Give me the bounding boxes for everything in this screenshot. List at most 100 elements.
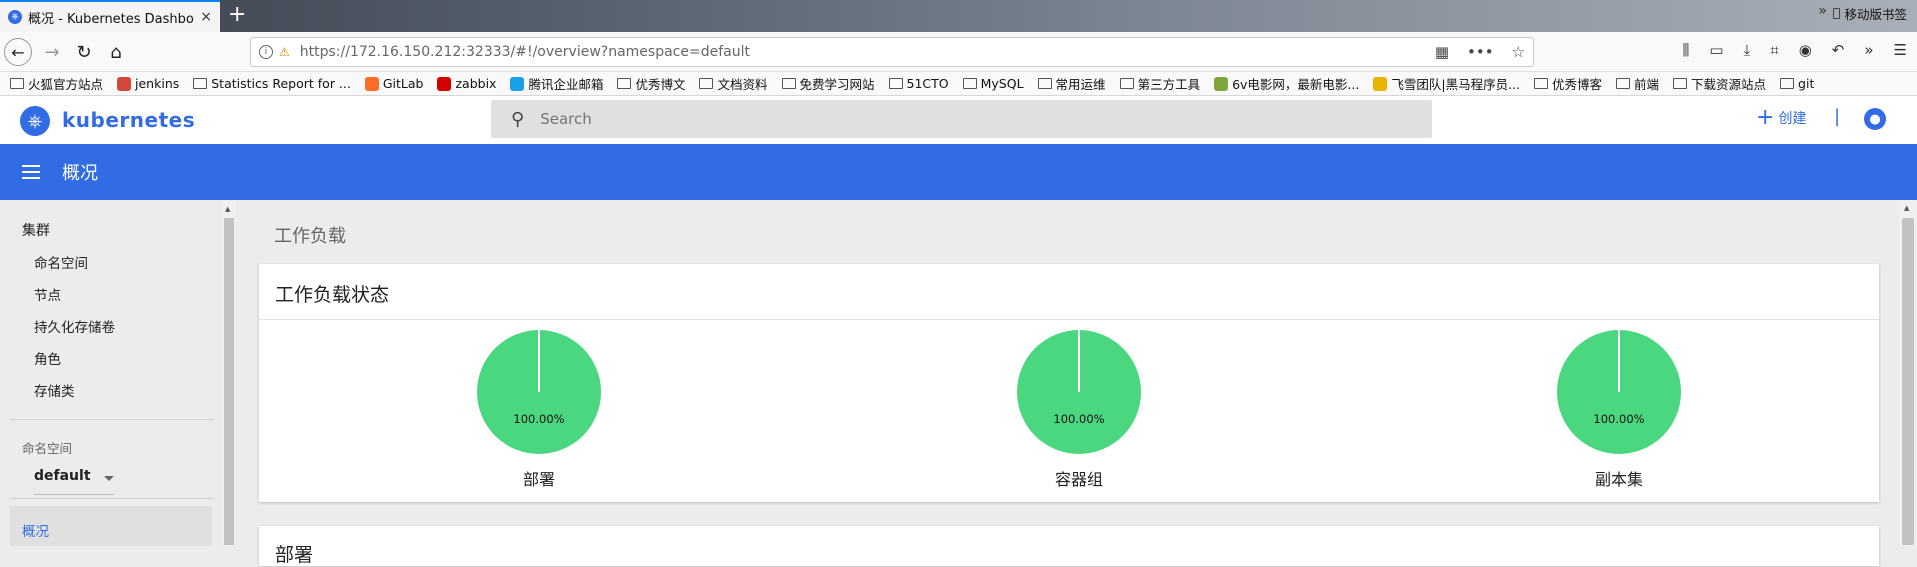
bookmark-item[interactable]: 优秀博文 [617,74,685,93]
folder-icon [699,78,714,89]
bookmark-item[interactable]: 飞雪团队|黑马程序员... [1373,74,1520,93]
pie-pods[interactable]: 100.00% 容器组 [989,326,1169,496]
bookmark-item[interactable]: 优秀博客 [1534,74,1602,93]
folder-icon [10,78,24,89]
search-box[interactable]: ⚲ [491,100,1432,138]
bookmark-item[interactable]: MySQL [962,76,1024,91]
page-toolbar: 概况 [0,144,1917,200]
tab-close-icon[interactable]: × [200,9,212,25]
screenshot-icon[interactable]: ⌗ [1770,41,1778,59]
mobile-bookmarks[interactable]: 移动版书签 [1833,4,1907,23]
bookmark-item[interactable]: 免费学习网站 [781,74,875,93]
sidebar-item-namespaces[interactable]: 命名空间 [34,252,88,272]
sidebar-divider [10,419,214,420]
bookmark-label: 常用运维 [1055,77,1106,92]
sidebar-item-roles[interactable]: 角色 [34,348,61,368]
bookmark-item[interactable]: 第三方工具 [1119,74,1200,93]
bookmarks-overflow-icon[interactable]: » [1818,3,1827,19]
bookmark-item[interactable]: 下载资源站点 [1673,74,1766,93]
sidebar-item-nodes[interactable]: 节点 [34,284,61,304]
kubernetes-logo-icon[interactable]: ⎈ [20,106,50,136]
back-icon[interactable]: ← [4,38,32,66]
account-icon[interactable]: ● [1864,108,1886,130]
qr-code-icon[interactable]: ▦ [1435,43,1449,61]
folder-icon [1673,78,1688,89]
page-title: 概况 [62,163,98,184]
brand-name[interactable]: kubernetes [62,108,195,132]
insecure-lock-icon[interactable]: ⚠ [279,45,290,59]
home-icon[interactable]: ⌂ [104,40,128,64]
site-info-icon[interactable]: i [259,45,273,59]
bookmark-item[interactable]: 火狐官方站点 [10,74,103,93]
sidebar-scrollbar-thumb[interactable] [224,218,234,545]
main-scrollbar-thumb[interactable] [1902,218,1914,545]
mobile-bookmarks-label: 移动版书签 [1844,7,1907,22]
plus-icon: + [1756,105,1775,130]
pie-label[interactable]: 容器组 [989,466,1169,490]
undo-icon[interactable]: ↶ [1832,41,1845,59]
bookmark-item[interactable]: Statistics Report for ... [193,76,351,91]
bookmark-item[interactable]: 前端 [1616,74,1659,93]
main-scrollbar[interactable]: ▲ [1899,200,1917,545]
search-input[interactable] [540,110,1141,128]
mail-icon [510,76,525,91]
overflow-icon[interactable]: » [1864,41,1873,59]
library-icon[interactable]: ⫼ [1683,41,1690,59]
download-icon[interactable]: ⤓ [1744,41,1751,59]
pie-label[interactable]: 部署 [449,466,629,490]
bookmark-item[interactable]: 常用运维 [1037,74,1106,93]
bookmark-item[interactable]: zabbix [437,76,496,91]
bookmark-label: 文档资料 [717,77,768,92]
sidebar-heading-cluster[interactable]: 集群 [22,220,50,240]
bookmark-item[interactable]: jenkins [117,76,179,91]
extension-icon[interactable]: ◉ [1799,41,1812,59]
menu-icon[interactable]: ☰ [1894,41,1907,59]
deployments-card: 部署 [259,526,1879,566]
chevron-down-icon[interactable] [104,476,114,481]
pie-percent: 100.00% [1053,412,1105,426]
pie-chart[interactable]: 100.00% [1017,330,1141,454]
url-rest: :32333/#!/overview?namespace=default [461,44,750,60]
bookmark-label: 前端 [1634,77,1660,92]
sidebar-item-persistent-volumes[interactable]: 持久化存储卷 [34,316,115,336]
mobile-icon [1833,8,1841,19]
browser-tab[interactable]: ⎈ 概况 - Kubernetes Dashboar × [0,0,220,32]
bookmark-star-icon[interactable]: ☆ [1512,43,1525,61]
sidebar-item-storage-classes[interactable]: 存储类 [34,380,75,400]
hamburger-menu-icon[interactable] [22,165,42,179]
new-tab-button[interactable]: + [228,4,246,26]
namespace-select[interactable]: default [34,468,114,495]
bookmark-item[interactable]: git [1780,76,1814,91]
url-text[interactable]: https://172.16.150.212:32333/#!/overview… [300,44,750,60]
folder-icon [1780,78,1795,89]
bookmark-item[interactable]: 51CTO [888,76,949,91]
pie-label[interactable]: 副本集 [1529,466,1709,490]
sidebar-icon[interactable]: ▭ [1709,41,1723,59]
pie-chart[interactable]: 100.00% [477,330,601,454]
bookmark-item[interactable]: 6v电影网，最新电影... [1214,74,1359,93]
sidebar-scrollbar[interactable]: ▲ [222,200,236,545]
scroll-up-icon[interactable]: ▲ [1904,204,1909,212]
bookmark-label: 腾讯企业邮箱 [528,77,604,92]
pie-start-marker [538,330,540,392]
forward-icon[interactable]: → [40,40,64,64]
bookmark-label: 火狐官方站点 [28,77,104,92]
search-icon: ⚲ [511,108,525,130]
sidebar-item-overview[interactable]: 概况 [22,520,49,540]
sidebar: 集群 命名空间 节点 持久化存储卷 角色 存储类 命名空间 default 概况 [0,200,220,546]
url-bar[interactable]: i ⚠ https://172.16.150.212:32333/#!/over… [250,37,1534,67]
bookmark-label: Statistics Report for ... [211,76,351,91]
folder-icon [617,78,632,89]
page-actions-icon[interactable]: ••• [1467,43,1494,61]
bookmark-item[interactable]: 文档资料 [699,74,768,93]
bookmark-item[interactable]: 腾讯企业邮箱 [510,74,603,93]
pie-replica-sets[interactable]: 100.00% 副本集 [1529,326,1709,496]
folder-icon [1534,78,1548,89]
reload-icon[interactable]: ↻ [72,40,96,64]
tab-title: 概况 - Kubernetes Dashboar [28,11,195,27]
pie-deployments[interactable]: 100.00% 部署 [449,326,629,496]
pie-chart[interactable]: 100.00% [1557,330,1681,454]
scroll-up-icon[interactable]: ▲ [225,205,230,213]
bookmark-item[interactable]: GitLab [364,76,423,91]
create-button[interactable]: + 创建 [1756,105,1806,130]
